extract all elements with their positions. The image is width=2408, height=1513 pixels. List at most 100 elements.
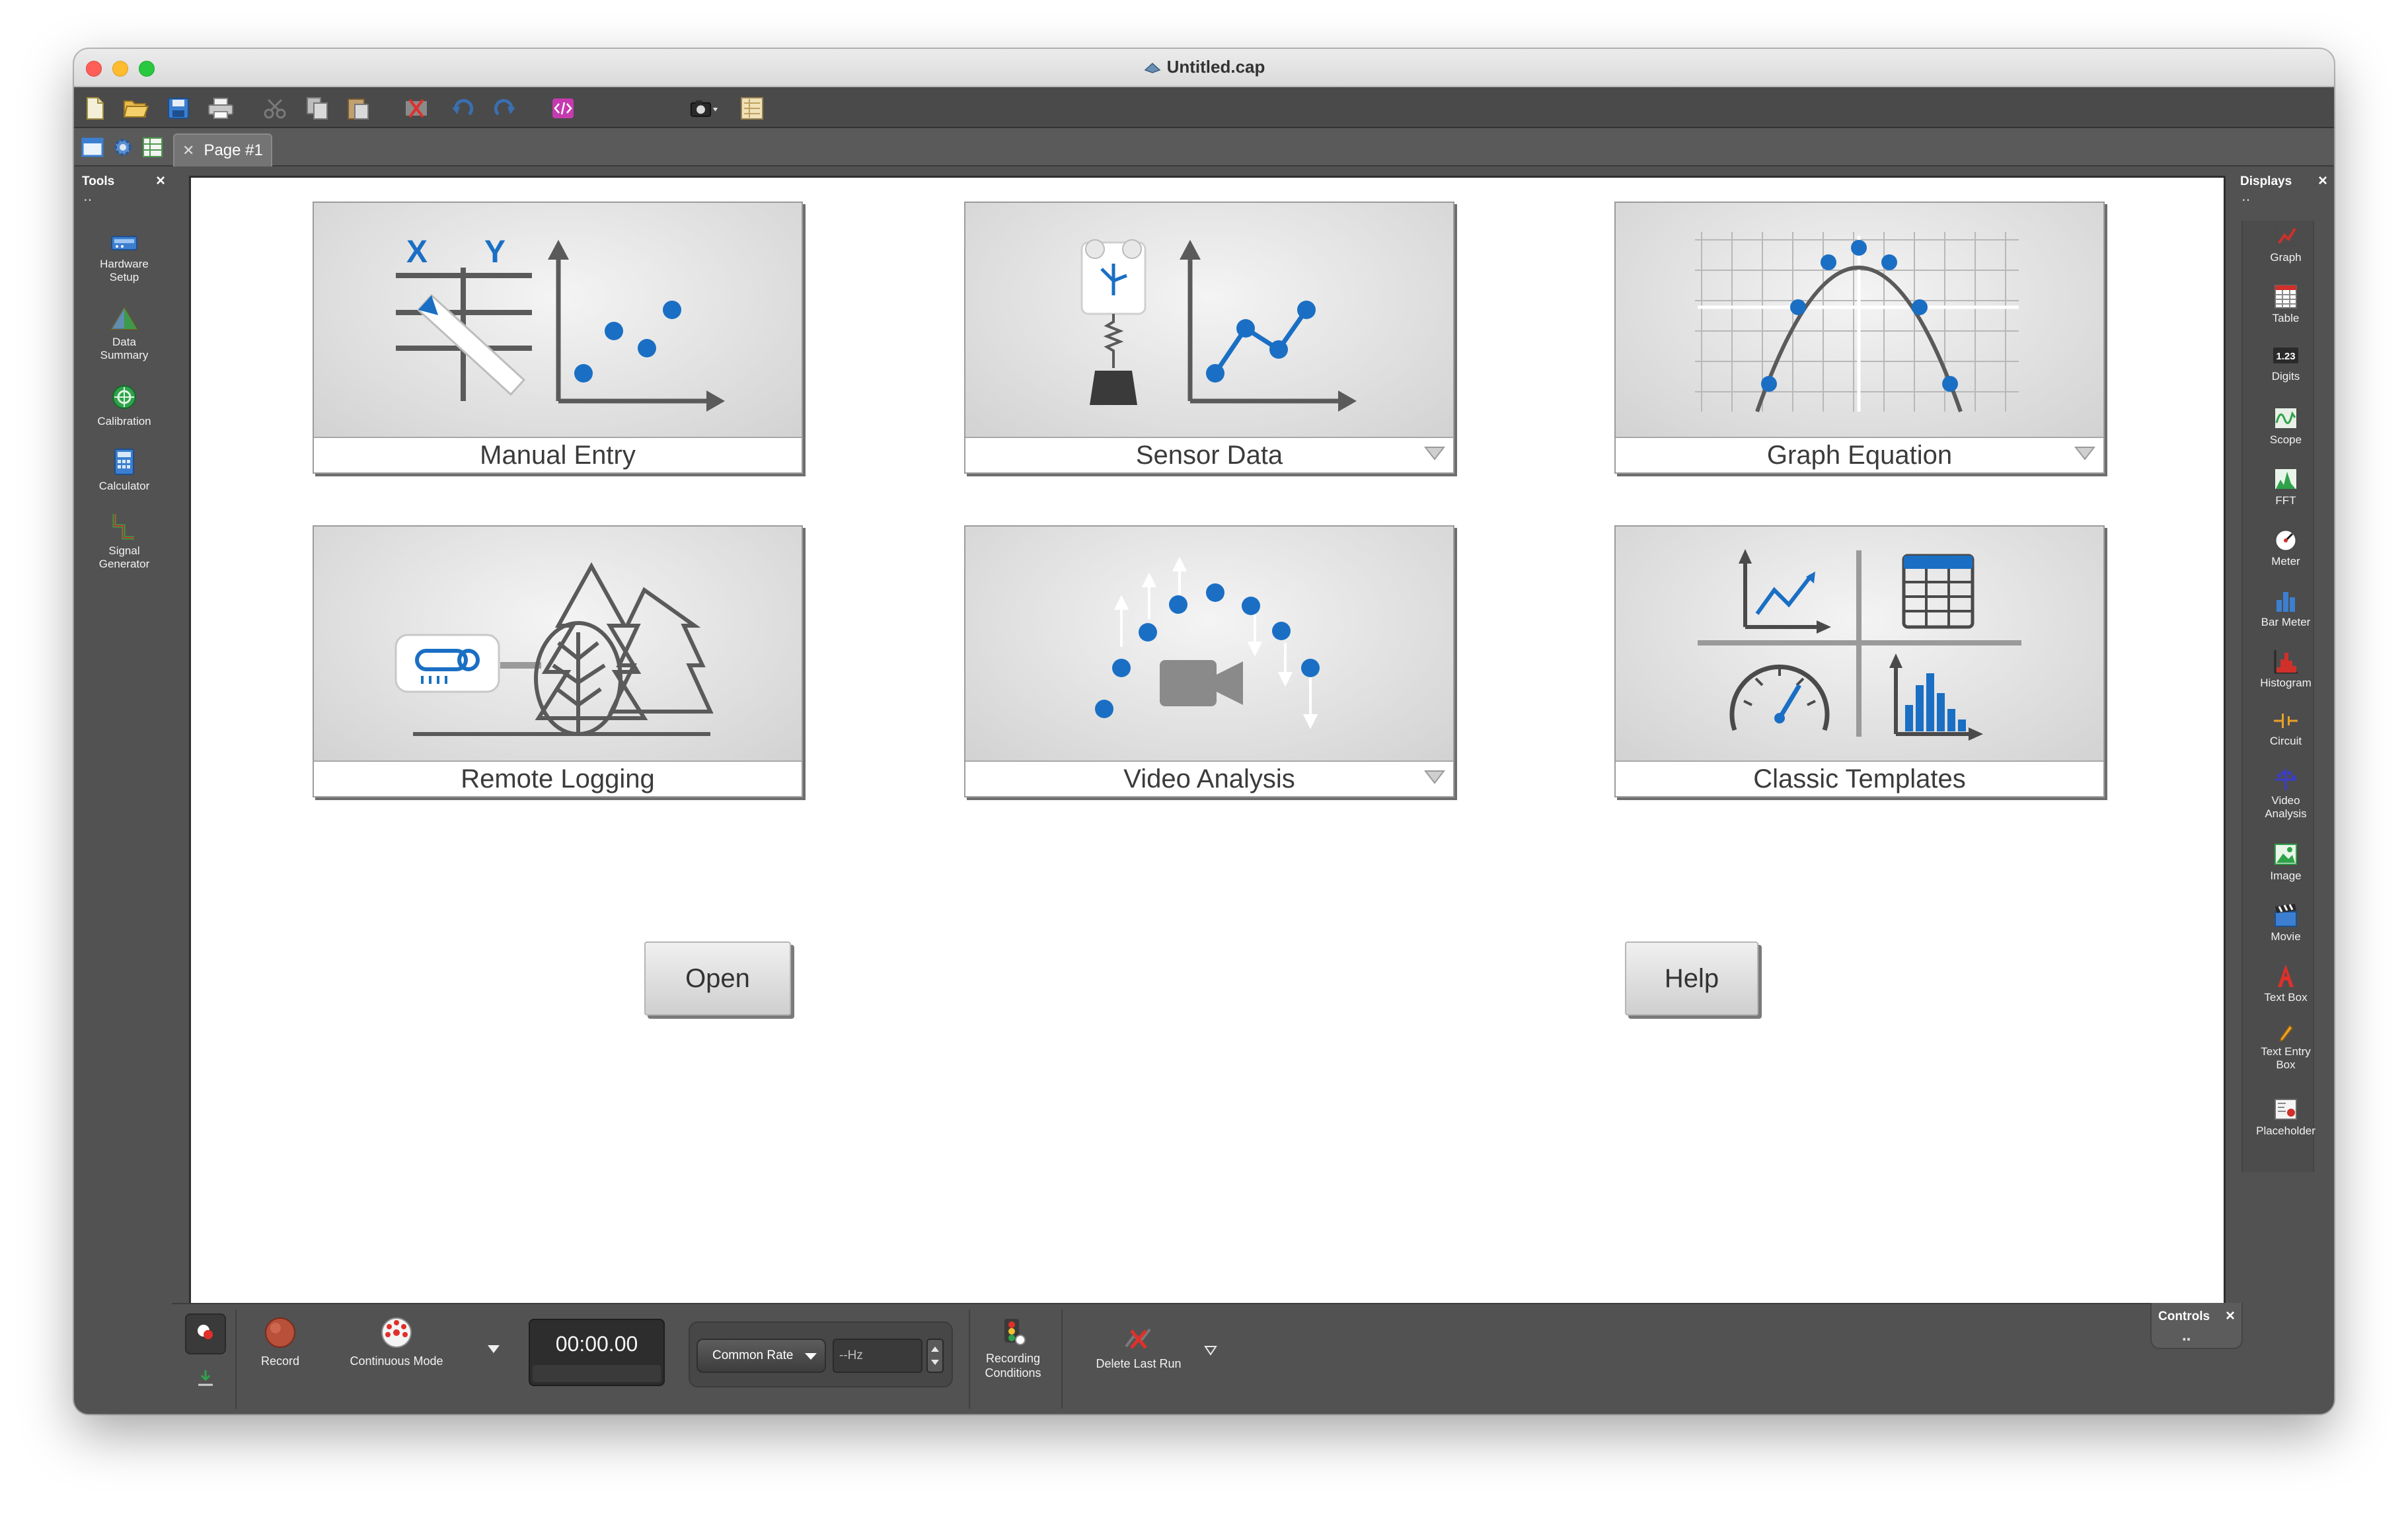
delete-last-run-dropdown-icon[interactable] [1204,1345,1217,1356]
recording-conditions-icon [1004,1319,1026,1345]
page-canvas: X Y Manual Entry Sensor Data Graph Equat… [189,176,2226,1306]
tools-panel-grip[interactable]: ‥ [77,190,172,207]
new-file-button[interactable] [81,94,110,123]
open-file-button[interactable] [122,94,151,123]
redo-button[interactable] [490,94,519,123]
copy-icon [307,97,328,120]
sensor-data-label: Sensor Data [1135,441,1283,470]
chevron-down-icon [805,1353,817,1360]
record-mode-icon [198,1325,213,1339]
common-rate-select[interactable]: Common Rate [696,1339,826,1373]
camera-button[interactable] [690,94,719,123]
print-button[interactable] [206,94,235,123]
display-table[interactable]: Table [2236,284,2334,325]
code-view-button[interactable] [548,94,578,123]
close-tools-panel-icon[interactable]: × [156,172,165,190]
display-scope[interactable]: Scope [2236,406,2334,447]
display-image[interactable]: Image [2236,842,2334,883]
remote-logging-card[interactable]: Remote Logging [313,525,803,797]
classic-templates-art [1616,527,2103,762]
spreadsheet-icon [143,137,163,157]
delete-button[interactable] [402,94,431,123]
display-digits[interactable]: 1.23 Digits [2236,345,2334,383]
displays-panel-grip[interactable]: ‥ [2235,190,2334,207]
open-button[interactable]: Open [644,941,791,1015]
save-button[interactable] [164,94,193,123]
tool-hardware-setup[interactable]: Hardware Setup [77,231,172,284]
tools-panel-title: Tools [82,174,115,188]
record-mode-toggle[interactable] [185,1313,226,1354]
sensor-data-art [965,203,1453,438]
calibration-icon [112,385,136,409]
close-controls-panel-icon[interactable]: × [2226,1307,2235,1325]
manual-entry-label: Manual Entry [480,441,636,470]
close-tab-icon[interactable]: ✕ [182,142,194,159]
tool-label: Calibration [97,415,151,427]
delete-last-run-button[interactable]: Delete Last Run [1076,1324,1201,1371]
page-settings-button[interactable] [111,136,135,159]
display-label: Placeholder [2256,1125,2315,1137]
main-toolbar [74,87,2334,128]
cut-button[interactable] [260,94,289,123]
digits-icon: 1.23 [2273,348,2298,363]
small-arrow-icon[interactable] [194,1368,217,1387]
video-analysis-dropdown-icon[interactable] [1424,770,1445,784]
video-analysis-icon [1095,556,1320,729]
display-fft[interactable]: FFT [2236,466,2334,507]
graph-equation-card[interactable]: Graph Equation [1614,202,2105,474]
paste-button[interactable] [344,94,373,123]
close-displays-panel-icon[interactable]: × [2318,172,2327,190]
printer-icon [208,98,233,119]
display-placeholder[interactable]: Placeholder [2236,1097,2334,1138]
tool-label: Setup [109,271,139,283]
display-label: FFT [2275,494,2296,507]
classic-templates-card[interactable]: Classic Templates [1614,525,2105,797]
help-button[interactable]: Help [1625,941,1758,1015]
video-analysis-display-icon [2275,769,2296,790]
display-bar-meter[interactable]: Bar Meter [2236,588,2334,629]
recording-conditions-button[interactable]: Recording Conditions [971,1316,1055,1380]
sensor-data-card[interactable]: Sensor Data [964,202,1454,474]
video-analysis-card[interactable]: Video Analysis [964,525,1454,797]
elapsed-time-display: 00:00.00 [529,1319,665,1386]
tools-panel-header: Tools × [77,168,172,194]
continuous-mode-dropdown-icon[interactable] [486,1344,501,1354]
display-graph[interactable]: Graph [2236,223,2334,264]
display-histogram[interactable]: Histogram [2236,649,2334,690]
display-label: Bar Meter [2261,616,2311,628]
sample-rate-input[interactable]: --Hz [833,1339,922,1373]
display-label: Video [2271,794,2300,807]
display-text-entry-box[interactable]: Text Entry Box [2236,1024,2334,1072]
display-label: Digits [2271,370,2300,383]
remote-logging-label: Remote Logging [461,764,655,793]
tool-calibration[interactable]: Calibration [77,383,172,428]
sample-rate-stepper[interactable] [926,1339,944,1373]
record-button[interactable]: Record [241,1315,320,1368]
page-data-button[interactable] [141,136,165,159]
display-meter[interactable]: Meter [2236,527,2334,568]
copy-button[interactable] [303,94,332,123]
manual-entry-card[interactable]: X Y Manual Entry [313,202,803,474]
continuous-mode-button[interactable]: Continuous Mode [328,1315,465,1368]
display-video-analysis[interactable]: Video Analysis [2236,766,2334,821]
snapshot-journal-button[interactable] [737,94,767,123]
tool-data-summary[interactable]: Data Summary [77,305,172,362]
page-layout-button[interactable] [81,136,104,159]
camera-icon [690,100,718,117]
manual-entry-art: X Y [314,203,802,438]
display-movie[interactable]: Movie [2236,903,2334,943]
display-label: Graph [2270,251,2302,264]
tool-signal-generator[interactable]: Signal Generator [77,511,172,571]
controls-divider [235,1310,237,1409]
scope-icon [2274,407,2298,429]
undo-button[interactable] [448,94,477,123]
tab-page-1[interactable]: ✕ Page #1 [173,133,272,166]
graph-equation-dropdown-icon[interactable] [2074,446,2095,461]
tool-calculator[interactable]: Calculator [77,448,172,493]
displays-panel: Displays × ‥ Graph Table 1.23 Digits Sco… [2235,168,2334,1304]
display-text-box[interactable]: Text Box [2236,963,2334,1004]
controls-panel-grip[interactable]: ‥ [2182,1328,2191,1345]
common-rate-label: Common Rate [712,1348,794,1362]
display-circuit[interactable]: Circuit [2236,710,2334,748]
sensor-data-dropdown-icon[interactable] [1424,446,1445,461]
